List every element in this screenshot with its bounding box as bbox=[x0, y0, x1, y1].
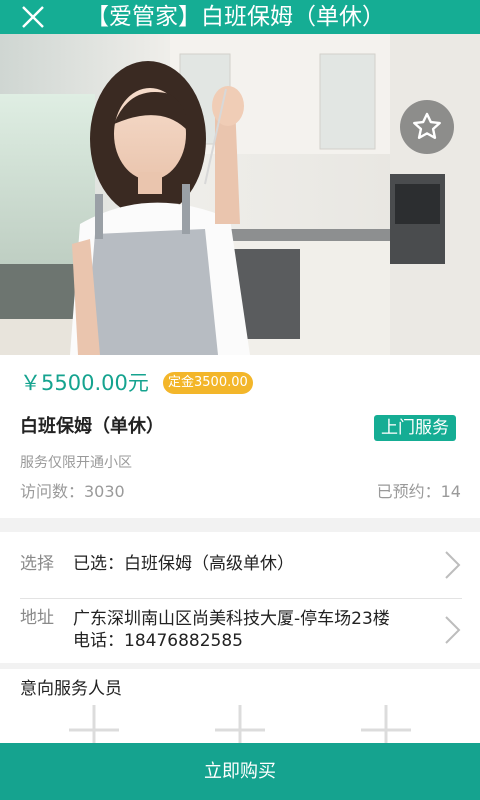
options-card: 选择 已选：白班保姆（高级单休） 地址 广东深圳南山区尚美科技大厦-停车场23楼… bbox=[0, 532, 480, 663]
deposit-badge: 定金3500.00 bbox=[163, 372, 253, 394]
buy-now-button[interactable]: 立即购买 bbox=[0, 743, 480, 800]
select-label: 选择 bbox=[20, 554, 54, 574]
phone-text: 电话：18476882585 bbox=[73, 631, 243, 651]
visit-count: 访问数：3030 bbox=[20, 482, 125, 501]
product-name: 白班保姆（单休） bbox=[20, 416, 164, 437]
booked-count: 已预约：14 bbox=[376, 482, 461, 501]
selected-spec: 已选：白班保姆（高级单休） bbox=[73, 554, 294, 574]
service-area-note: 服务仅限开通小区 bbox=[20, 455, 132, 471]
close-icon[interactable] bbox=[18, 2, 48, 32]
service-type-badge: 上门服务 bbox=[374, 415, 456, 441]
page-title: 【爱管家】白班保姆（单休） bbox=[86, 4, 385, 30]
favorite-button[interactable] bbox=[400, 100, 454, 154]
chevron-right-icon bbox=[443, 550, 461, 580]
chevron-right-icon bbox=[443, 615, 461, 645]
product-image bbox=[0, 34, 480, 355]
staff-section: 意向服务人员 bbox=[0, 669, 480, 749]
address-label: 地址 bbox=[20, 608, 54, 628]
staff-title: 意向服务人员 bbox=[20, 679, 122, 699]
star-icon bbox=[413, 112, 441, 139]
title-bar: 【爱管家】白班保姆（单休） bbox=[0, 0, 480, 34]
address-text: 广东深圳南山区尚美科技大厦-停车场23楼 bbox=[73, 609, 390, 629]
address-row[interactable]: 地址 广东深圳南山区尚美科技大厦-停车场23楼 电话：18476882585 bbox=[0, 598, 480, 663]
product-info: ￥5500.00元 定金3500.00 白班保姆（单休） 上门服务 服务仅限开通… bbox=[0, 355, 480, 518]
spec-select-row[interactable]: 选择 已选：白班保姆（高级单休） bbox=[0, 532, 480, 598]
price: ￥5500.00元 bbox=[20, 371, 149, 395]
